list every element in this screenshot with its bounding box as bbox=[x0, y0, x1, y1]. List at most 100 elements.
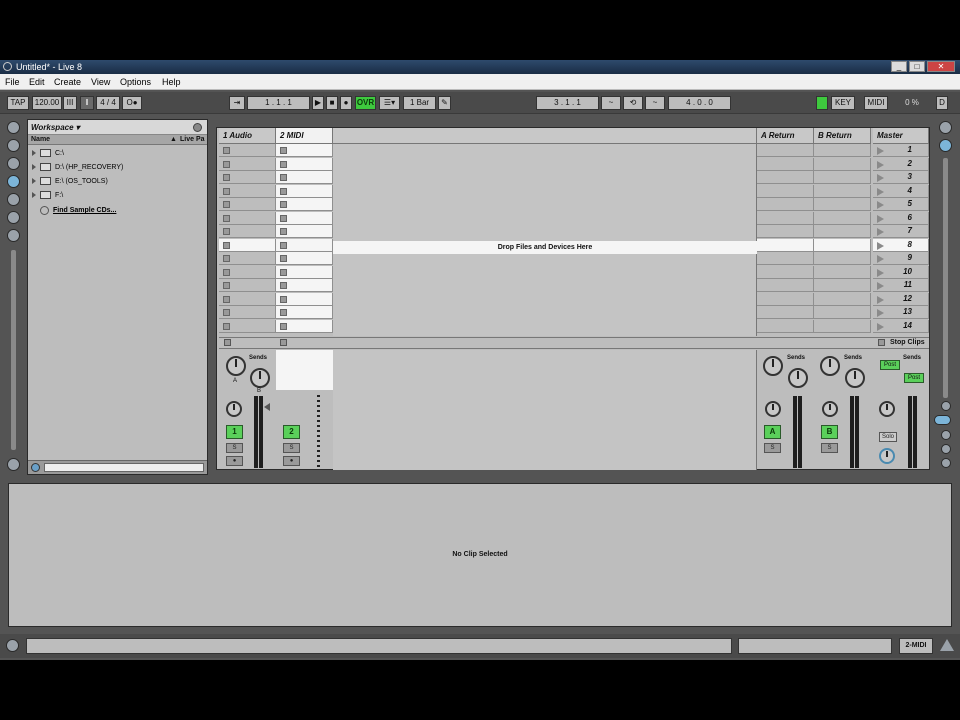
scene-launch-icon[interactable] bbox=[877, 282, 884, 290]
clip-stop-button-icon[interactable] bbox=[280, 295, 287, 303]
track-activator-2[interactable]: 2 bbox=[283, 425, 300, 439]
maximize-button[interactable]: □ bbox=[909, 61, 925, 72]
overview-toggle-icon[interactable] bbox=[7, 458, 20, 471]
clip-slot-b-return[interactable] bbox=[814, 198, 871, 211]
clip-slot-audio[interactable] bbox=[219, 184, 276, 198]
arm-button-midi[interactable]: ● bbox=[283, 456, 300, 466]
track-header-audio[interactable]: 1 Audio bbox=[219, 128, 276, 144]
clip-slot-midi[interactable] bbox=[276, 198, 333, 211]
file-browser-1-icon[interactable] bbox=[7, 175, 20, 188]
browser-item-c[interactable]: C:\ bbox=[32, 147, 64, 160]
clip-stop-button-icon[interactable] bbox=[280, 228, 287, 235]
browser-toggle-icon[interactable] bbox=[7, 121, 20, 134]
clip-stop-button-icon[interactable] bbox=[223, 241, 230, 249]
menu-create[interactable]: Create bbox=[54, 77, 81, 87]
browser-item-d[interactable]: D:\ (HP_RECOVERY) bbox=[32, 161, 123, 174]
clip-slot-midi[interactable] bbox=[276, 306, 333, 319]
track-header-b-return[interactable]: B Return bbox=[814, 128, 871, 144]
scene-launch-icon[interactable] bbox=[877, 268, 884, 277]
post-button-a[interactable]: Post bbox=[880, 360, 900, 370]
clip-slot-a-return[interactable] bbox=[757, 184, 814, 198]
clip-slot-a-return[interactable] bbox=[757, 198, 814, 211]
scene-launch-icon[interactable] bbox=[877, 160, 884, 169]
scene-launch[interactable]: 1 bbox=[873, 144, 929, 157]
clip-slot-midi[interactable] bbox=[276, 157, 333, 171]
scene-launch-icon[interactable] bbox=[877, 214, 884, 223]
menu-options[interactable]: Options bbox=[120, 77, 151, 87]
clip-stop-button-icon[interactable] bbox=[280, 241, 287, 249]
scene-launch-icon[interactable] bbox=[877, 295, 884, 304]
file-browser-2-icon[interactable] bbox=[7, 193, 20, 206]
sends-section-icon[interactable] bbox=[934, 415, 951, 425]
drop-area[interactable] bbox=[333, 144, 757, 336]
tempo-nudge[interactable]: III bbox=[63, 96, 77, 110]
post-button-b[interactable]: Post bbox=[904, 373, 924, 383]
clip-slot-a-return[interactable] bbox=[757, 279, 814, 292]
clip-slot-midi[interactable] bbox=[276, 279, 333, 292]
minimize-button[interactable]: _ bbox=[891, 61, 907, 72]
clip-slot-midi[interactable] bbox=[276, 238, 333, 252]
clip-slot-midi[interactable] bbox=[276, 265, 333, 279]
send-b-knob-b-return[interactable] bbox=[845, 368, 865, 388]
clip-stop-button-icon[interactable] bbox=[223, 268, 230, 276]
clip-slot-audio[interactable] bbox=[219, 292, 276, 306]
time-signature[interactable]: 4 / 4 bbox=[96, 96, 120, 110]
scene-launch-icon[interactable] bbox=[877, 174, 884, 182]
clip-stop-button-icon[interactable] bbox=[280, 322, 287, 330]
clip-slot-a-return[interactable] bbox=[757, 238, 814, 252]
clip-slot-audio[interactable] bbox=[219, 265, 276, 279]
send-b-knob-audio[interactable] bbox=[250, 368, 270, 388]
expand-arrow-icon[interactable] bbox=[32, 150, 36, 157]
clip-stop-button-icon[interactable] bbox=[223, 160, 230, 168]
track-header-master[interactable]: Master bbox=[873, 128, 929, 144]
clip-slot-b-return[interactable] bbox=[814, 171, 871, 184]
clip-slot-audio[interactable] bbox=[219, 319, 276, 333]
punch-in-icon[interactable]: ~ bbox=[601, 96, 621, 110]
send-a-knob-audio[interactable] bbox=[226, 356, 246, 376]
scene-launch-icon[interactable] bbox=[877, 147, 884, 155]
scene-launch[interactable]: 9 bbox=[873, 252, 929, 265]
scene-launch-icon[interactable] bbox=[877, 241, 884, 250]
scene-launch-icon[interactable] bbox=[877, 322, 884, 331]
scene-launch-icon[interactable] bbox=[877, 309, 884, 317]
clip-slot-a-return[interactable] bbox=[757, 171, 814, 184]
file-browser-3-icon[interactable] bbox=[7, 211, 20, 224]
overdub-button[interactable]: OVR bbox=[355, 96, 376, 110]
help-view-icon[interactable] bbox=[7, 229, 20, 242]
clip-stop-button-icon[interactable] bbox=[280, 214, 287, 222]
clip-stop-button-icon[interactable] bbox=[223, 214, 230, 222]
clip-stop-button-icon[interactable] bbox=[280, 255, 287, 262]
mixer-toggle-icon[interactable] bbox=[939, 139, 952, 152]
scene-launch[interactable]: 4 bbox=[873, 184, 929, 198]
expand-arrow-icon[interactable] bbox=[32, 178, 36, 185]
nudge-icon[interactable]: ‖ bbox=[80, 96, 94, 110]
clip-stop-button-icon[interactable] bbox=[280, 174, 287, 181]
clip-stop-button-icon[interactable] bbox=[280, 160, 287, 168]
stop-clip-button-audio[interactable] bbox=[224, 339, 231, 346]
clip-stop-button-icon[interactable] bbox=[280, 282, 287, 289]
clip-stop-button-icon[interactable] bbox=[223, 309, 230, 316]
clip-stop-button-icon[interactable] bbox=[223, 255, 230, 262]
clip-stop-button-icon[interactable] bbox=[280, 309, 287, 316]
clip-stop-button-icon[interactable] bbox=[280, 201, 287, 208]
clip-stop-button-icon[interactable] bbox=[223, 187, 230, 195]
clip-slot-audio[interactable] bbox=[219, 144, 276, 157]
key-map-button[interactable]: KEY bbox=[831, 96, 855, 110]
scene-launch[interactable]: 13 bbox=[873, 306, 929, 319]
scene-launch-icon[interactable] bbox=[877, 187, 884, 196]
detail-expand-icon[interactable] bbox=[940, 639, 954, 651]
clip-slot-b-return[interactable] bbox=[814, 265, 871, 279]
clip-stop-button-icon[interactable] bbox=[223, 282, 230, 289]
session-scrollbar[interactable] bbox=[943, 158, 948, 398]
expand-arrow-icon[interactable] bbox=[32, 164, 36, 171]
clip-slot-audio[interactable] bbox=[219, 306, 276, 319]
close-button[interactable]: ✕ bbox=[927, 61, 955, 72]
returns-section-icon[interactable] bbox=[941, 430, 951, 440]
master-pan-knob[interactable] bbox=[879, 401, 895, 417]
loop-switch-icon[interactable]: ⟲ bbox=[623, 96, 643, 110]
browser-hotswap-icon[interactable] bbox=[193, 123, 202, 132]
draw-mode-icon[interactable]: ✎ bbox=[438, 96, 451, 110]
browser-item-f[interactable]: F:\ bbox=[32, 189, 63, 202]
clip-slot-midi[interactable] bbox=[276, 225, 333, 238]
menu-help[interactable]: Help bbox=[162, 77, 181, 87]
